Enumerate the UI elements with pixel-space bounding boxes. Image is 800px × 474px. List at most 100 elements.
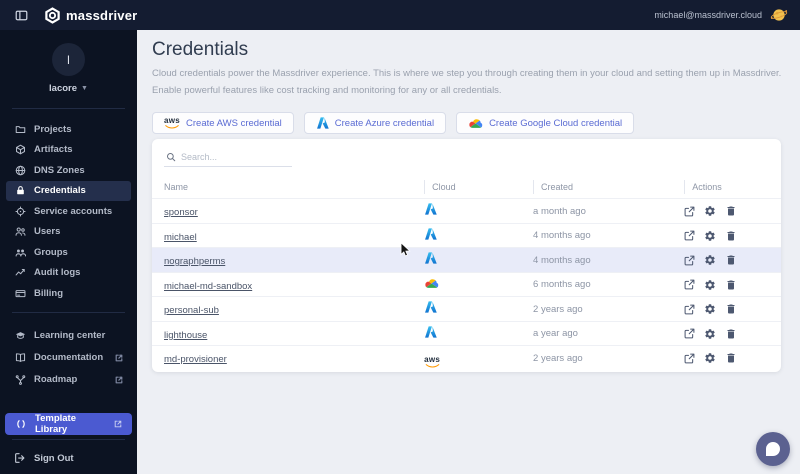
open-icon[interactable] [684,279,695,290]
sidebar-item-users[interactable]: Users [6,222,131,243]
row-actions [684,205,769,217]
sidebar-item-label: Users [34,226,61,238]
planet-avatar[interactable] [770,6,788,24]
sidebar-nav: Projects Artifacts DNS Zones Credentials… [0,113,137,308]
sidebar-item-projects[interactable]: Projects [6,119,131,140]
sidebar-item-documentation[interactable]: Documentation [6,347,131,369]
sign-out-button[interactable]: Sign Out [6,449,131,469]
table-row[interactable]: michael 4 months ago [152,222,781,248]
google-cloud-icon [468,118,483,129]
trash-icon[interactable] [725,230,737,242]
gear-icon[interactable] [704,303,716,315]
credential-link[interactable]: michael [164,232,197,243]
artifact-icon [14,144,26,155]
search-icon [166,152,176,162]
open-icon[interactable] [684,328,695,339]
sidebar-item-label: Groups [34,246,68,258]
credential-link[interactable]: michael-md-sandbox [164,281,252,292]
page-description: Cloud credentials power the Massdriver e… [152,68,782,96]
row-actions [684,303,769,315]
created-timestamp: 4 months ago [533,230,591,241]
sidebar-item-credentials[interactable]: Credentials [6,180,131,201]
trash-icon[interactable] [725,303,737,315]
sign-out-label: Sign Out [34,452,74,464]
azure-icon [424,227,533,245]
create-aws-credential-button[interactable]: aws Create AWS credential [152,112,294,135]
page-title: Credentials [152,39,249,60]
sidebar-item-roadmap[interactable]: Roadmap [6,369,131,391]
sidebar-item-groups[interactable]: Groups [6,242,131,263]
column-header-name[interactable]: Name [164,182,424,192]
sidebar-item-label: Artifacts [34,144,73,156]
gear-icon[interactable] [704,352,716,364]
column-header-cloud[interactable]: Cloud [424,180,533,195]
row-actions [684,279,769,291]
trash-icon[interactable] [725,205,737,217]
credential-link[interactable]: personal-sub [164,305,219,316]
column-header-created[interactable]: Created [533,180,684,195]
sidebar-item-label: Template Library [35,412,77,435]
open-icon[interactable] [684,255,695,266]
credential-link[interactable]: nographperms [164,256,225,267]
gcp-icon [424,276,533,294]
row-actions [684,254,769,266]
table-row[interactable]: md-provisioner aws 2 years ago [152,345,781,370]
open-icon[interactable] [684,206,695,217]
table-row[interactable]: personal-sub 2 years ago [152,296,781,321]
table-row[interactable]: michael-md-sandbox 6 months ago [152,271,781,297]
top-bar: massdriver michael@massdriver.cloud [0,0,800,30]
gear-icon[interactable] [704,328,716,340]
credential-link[interactable]: md-provisioner [164,354,227,365]
sidebar-toggle-icon[interactable] [15,9,28,22]
trash-icon[interactable] [725,279,737,291]
column-header-actions[interactable]: Actions [684,180,769,195]
trash-icon[interactable] [725,352,737,364]
chat-widget-button[interactable] [756,432,790,466]
azure-icon [424,300,533,318]
group-icon [14,247,26,258]
brand-name: massdriver [66,7,138,23]
sidebar-item-learning-center[interactable]: Learning center [6,325,131,347]
credential-link[interactable]: sponsor [164,207,198,218]
table-row[interactable]: lighthouse a year ago [152,320,781,346]
search-input[interactable] [181,152,298,163]
gear-icon[interactable] [704,230,716,242]
trash-icon[interactable] [725,254,737,266]
sidebar-item-label: Service accounts [34,205,113,217]
org-switcher[interactable]: l lacore ▼ [0,30,137,104]
table-row[interactable]: sponsor a month ago [152,198,781,223]
caret-down-icon: ▼ [81,85,88,92]
sidebar-item-audit-logs[interactable]: Audit logs [6,263,131,284]
sidebar-item-dns-zones[interactable]: DNS Zones [6,160,131,181]
create-google-cloud-credential-button[interactable]: Create Google Cloud credential [456,112,635,135]
create-azure-credential-button[interactable]: Create Azure credential [303,112,447,135]
gear-icon[interactable] [704,279,716,291]
open-icon[interactable] [684,230,695,241]
gear-icon[interactable] [704,205,716,217]
table-body: sponsor a month ago michael 4 months ago… [152,198,781,370]
sidebar-item-label: Roadmap [34,374,78,385]
open-icon[interactable] [684,304,695,315]
sidebar-item-label: Billing [34,287,64,299]
credential-link[interactable]: lighthouse [164,330,207,341]
sidebar-item-template-library[interactable]: Template Library [5,412,132,435]
row-actions [684,328,769,340]
sidebar-item-service-accounts[interactable]: Service accounts [6,201,131,222]
org-name: lacore [49,83,78,94]
trash-icon[interactable] [725,328,737,340]
sidebar-item-billing[interactable]: Billing [6,283,131,304]
main-content: Credentials Cloud credentials power the … [137,30,800,474]
sidebar-item-artifacts[interactable]: Artifacts [6,140,131,161]
gear-icon[interactable] [704,254,716,266]
folder-icon [14,124,26,135]
create-button-row: aws Create AWS credential Create Azure c… [152,112,800,135]
created-timestamp: 2 years ago [533,303,583,315]
sidebar: l lacore ▼ Projects Artifacts DNS Zones … [0,30,137,474]
table-row[interactable]: nographperms 4 months ago [152,247,781,272]
divider [12,438,125,440]
search-field [164,150,298,168]
sign-out-icon [14,452,26,464]
massdriver-logo[interactable]: massdriver [44,6,138,24]
open-icon[interactable] [684,353,695,364]
graduation-cap-icon [14,330,26,341]
